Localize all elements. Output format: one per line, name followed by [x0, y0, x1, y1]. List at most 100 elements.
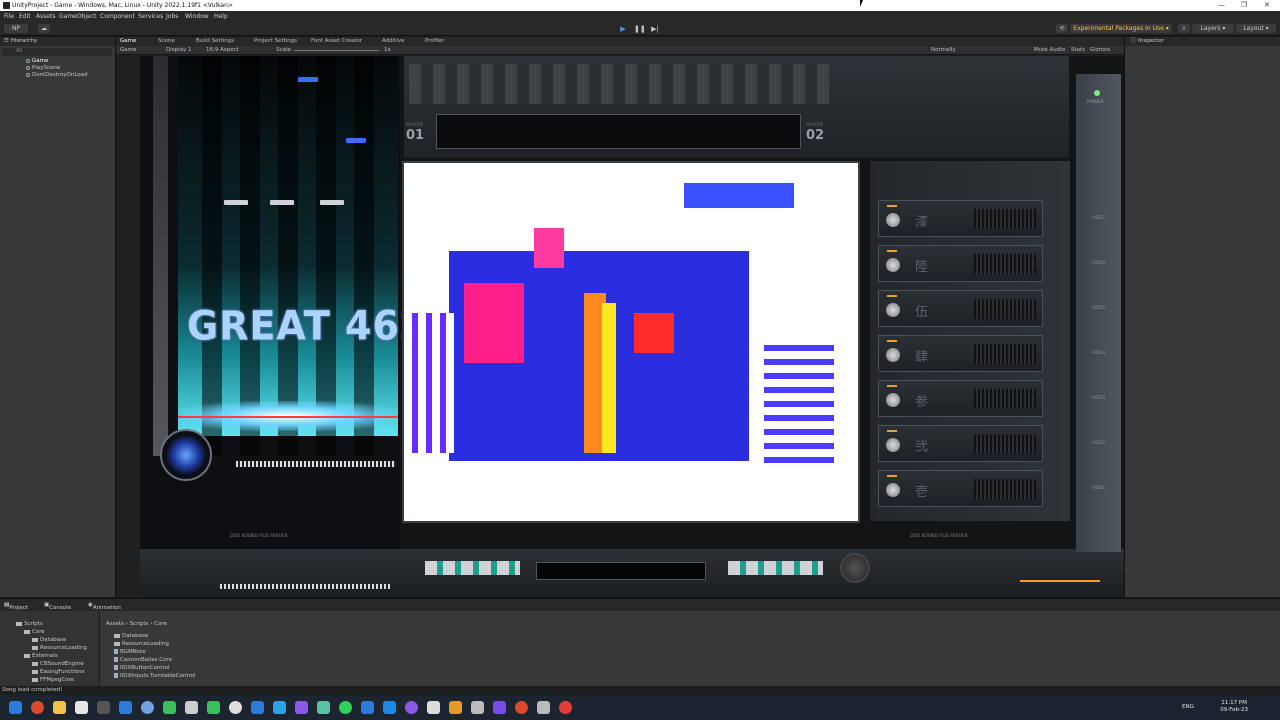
tree-item[interactable]: Core [24, 629, 45, 635]
tab-project-settings[interactable]: Project Settings [254, 38, 297, 44]
app-icon[interactable] [229, 701, 242, 714]
tab-game[interactable]: Game [120, 38, 136, 44]
tree-item[interactable]: Externals [24, 653, 58, 659]
hdd-unit-3: 参 [878, 380, 1043, 417]
app-icon[interactable] [317, 701, 330, 714]
close-button[interactable]: ✕ [1264, 1, 1270, 9]
tree-item[interactable]: EasingFunctions [32, 669, 84, 675]
unity-taskbar-icon[interactable] [427, 701, 440, 714]
tab-scene[interactable]: Scene [158, 38, 175, 44]
hierarchy-item-game[interactable]: Game [26, 58, 48, 64]
visual-studio-icon[interactable] [493, 701, 506, 714]
game-mode-dropdown[interactable]: Game [120, 47, 136, 53]
unity-active-icon[interactable] [537, 701, 550, 714]
hierarchy-item-playscene[interactable]: PlayScene [26, 65, 60, 71]
maximize-button[interactable]: ❐ [1241, 1, 1247, 9]
bga-block [764, 343, 834, 463]
file-explorer-icon[interactable] [53, 701, 66, 714]
hdd-kanji: 漆 [915, 215, 929, 230]
app-icon[interactable] [207, 701, 220, 714]
tree-item[interactable]: Database [32, 637, 66, 643]
app-icon[interactable] [449, 701, 462, 714]
app-icon[interactable] [515, 701, 528, 714]
app-icon[interactable] [141, 701, 154, 714]
score-display [436, 114, 801, 149]
menu-help[interactable]: Help [214, 13, 228, 20]
file-item[interactable]: IIDXButtonControl [114, 665, 170, 671]
hierarchy-tab[interactable]: ☰ Hierarchy [4, 37, 37, 46]
menu-file[interactable]: File [4, 13, 14, 20]
menu-assets[interactable]: Assets [36, 13, 56, 20]
hdd-kanji: 弐 [915, 440, 929, 455]
hierarchy-search-input[interactable]: All [2, 48, 112, 56]
step-button[interactable]: ▶| [650, 25, 660, 34]
start-icon[interactable] [9, 701, 22, 714]
file-item[interactable]: IIDXInputs.TurntableControl [114, 673, 196, 679]
system-clock[interactable]: 11:17 PM 09-Feb-23 [1220, 700, 1248, 714]
menu-component[interactable]: Component [100, 13, 135, 20]
cloud-icon[interactable]: ☁ [38, 24, 50, 33]
app-icon[interactable] [295, 701, 308, 714]
app-icon[interactable] [251, 701, 264, 714]
tab-additive[interactable]: Additive [382, 38, 405, 44]
app-icon[interactable] [97, 701, 110, 714]
chrome-icon[interactable] [31, 701, 44, 714]
app-icon[interactable] [559, 701, 572, 714]
app-icon[interactable] [471, 701, 484, 714]
language-indicator[interactable]: ENG [1182, 704, 1194, 710]
minimize-button[interactable]: — [1218, 1, 1225, 9]
folder-icon [114, 633, 120, 638]
tab-font-asset-creator[interactable]: Font Asset Creator [311, 38, 362, 44]
hierarchy-item-dontdestroyonload[interactable]: DontDestroyOnLoad [26, 72, 88, 78]
layout-dropdown[interactable]: Layout ▾ [1236, 24, 1276, 33]
display-dropdown[interactable]: Display 1 [166, 47, 192, 53]
play-button[interactable]: ▶ [618, 25, 628, 34]
pause-button[interactable]: ❚❚ [634, 25, 646, 34]
file-item[interactable]: ResourceLoading [114, 641, 169, 647]
whatsapp-icon[interactable] [339, 701, 352, 714]
menu-services[interactable]: Services [138, 13, 163, 20]
tab-animation[interactable]: ◉ Animation [88, 602, 121, 611]
project-breadcrumb[interactable]: Assets › Scripts › Core [106, 621, 167, 627]
account-button[interactable]: NP [4, 24, 28, 33]
layers-dropdown[interactable]: Layers ▾ [1192, 24, 1234, 33]
tab-profiler[interactable]: Profiler [425, 38, 444, 44]
app-icon[interactable] [119, 701, 132, 714]
search-icon[interactable]: ⌕ [1178, 24, 1190, 33]
file-item[interactable]: CannonBallas.Core [114, 657, 172, 663]
main-toolbar: NP ☁ ▶ ❚❚ ▶| ⟲ Experimental Packages In … [0, 22, 1280, 36]
hdd-label: HDD2 [1092, 441, 1106, 446]
menu-gameobject[interactable]: GameObject [59, 13, 96, 20]
knob-icon [886, 348, 900, 362]
tree-item[interactable]: CBSoundEngine [32, 661, 84, 667]
tab-build-settings[interactable]: Build Settings [196, 38, 234, 44]
game-render[interactable]: GREAT 462 DDX SOUND FILE SERVER PLAYER 0… [140, 56, 1125, 597]
tree-item[interactable]: FFMpegCore [32, 677, 74, 683]
app-icon[interactable] [185, 701, 198, 714]
tab-project[interactable]: ▤ Project [4, 602, 28, 611]
play-focused-dropdown[interactable]: Normally [931, 47, 956, 53]
file-item[interactable]: Database [114, 633, 148, 639]
tree-item[interactable]: Scripts [16, 621, 43, 627]
mute-audio-toggle[interactable]: Mute Audio [1034, 47, 1065, 53]
inspector-tab[interactable]: ⓘ Inspector [1131, 37, 1164, 46]
app-icon[interactable] [383, 701, 396, 714]
app-icon[interactable] [361, 701, 374, 714]
menu-window[interactable]: Window [185, 13, 209, 20]
scale-slider[interactable] [294, 50, 379, 51]
app-icon[interactable] [163, 701, 176, 714]
aspect-dropdown[interactable]: 16:9 Aspect [206, 47, 239, 53]
mail-icon[interactable] [75, 701, 88, 714]
tab-console[interactable]: ▣ Console [44, 602, 71, 611]
scene-icon [26, 59, 30, 63]
history-icon[interactable]: ⟲ [1056, 24, 1068, 33]
app-icon[interactable] [405, 701, 418, 714]
file-item[interactable]: BGMNote [114, 649, 146, 655]
app-icon[interactable] [273, 701, 286, 714]
menu-edit[interactable]: Edit [19, 13, 31, 20]
gizmos-dropdown[interactable]: Gizmos [1090, 47, 1110, 53]
menu-jobs[interactable]: Jobs [166, 13, 178, 20]
stats-toggle[interactable]: Stats [1071, 47, 1085, 53]
tree-item[interactable]: ResourceLoading [32, 645, 87, 651]
experimental-packages-button[interactable]: Experimental Packages In Use ▾ [1070, 24, 1172, 33]
